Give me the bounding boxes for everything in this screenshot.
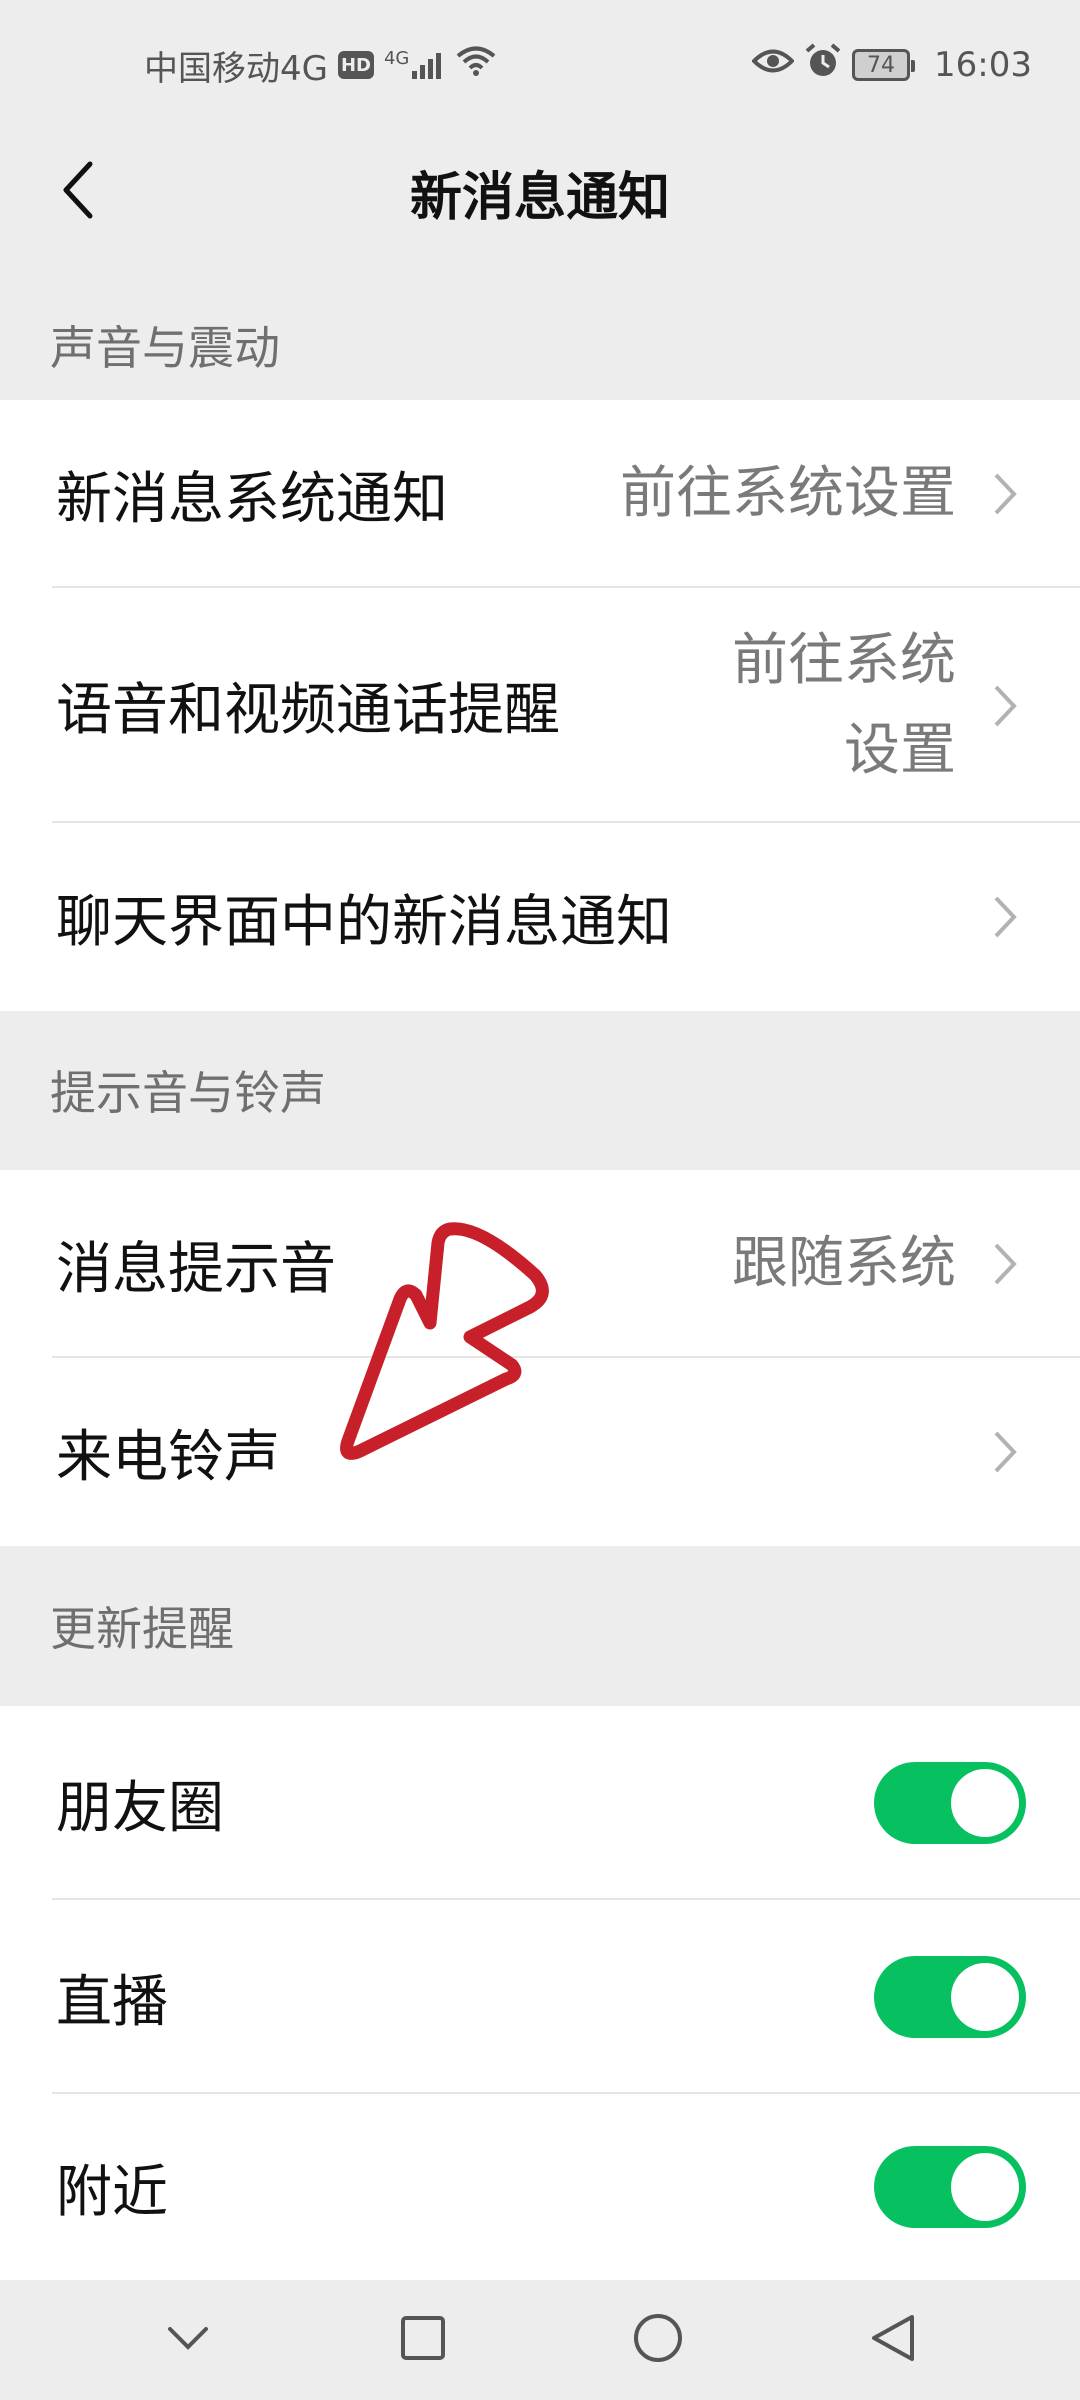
row-call-reminder[interactable]: 语音和视频通话提醒 前往系统设置 [0, 588, 1080, 823]
signal-icon: 4G [383, 48, 446, 79]
toggle-knob [951, 1963, 1019, 2031]
chevron-right-icon [990, 469, 1020, 519]
status-left: 中国移动4G HD 4G [144, 41, 496, 90]
circle-icon [632, 2312, 684, 2368]
wifi-icon [456, 45, 496, 86]
section-title-sound: 声音与震动 [50, 321, 280, 375]
nav-back-button[interactable] [848, 2295, 938, 2385]
chevron-left-icon [60, 160, 96, 224]
row-value: 前往系统设置 [732, 627, 956, 783]
nearby-toggle[interactable] [874, 2146, 1026, 2228]
row-label: 聊天界面中的新消息通知 [56, 889, 672, 955]
eye-icon [751, 45, 795, 85]
chevron-right-icon [990, 681, 1020, 731]
group-updates: 朋友圈 直播 附近 [0, 1706, 1080, 2280]
group-sound-vibration: 新消息系统通知 前往系统设置 语音和视频通话提醒 前往系统设置 聊天界面中的新消… [0, 400, 1080, 1011]
nav-hide-button[interactable] [143, 2295, 233, 2385]
battery-icon: 74 [852, 49, 916, 81]
nav-recents-button[interactable] [378, 2295, 468, 2385]
square-icon [400, 2315, 446, 2365]
toggle-knob [951, 1769, 1019, 1837]
header-bar: 新消息通知 [0, 130, 1080, 255]
alarm-icon [804, 42, 842, 88]
chevron-right-icon [990, 1427, 1020, 1477]
row-nearby: 附近 [0, 2094, 1080, 2280]
page-title: 新消息通知 [409, 168, 670, 228]
status-right: 74 16:03 [751, 42, 1032, 88]
moments-toggle[interactable] [874, 1762, 1026, 1844]
clock: 16:03 [934, 45, 1032, 85]
section-title-tones: 提示音与铃声 [50, 1066, 326, 1120]
chevron-down-icon [167, 2325, 209, 2355]
hd-badge: HD [337, 51, 374, 79]
system-nav-bar [0, 2280, 1080, 2400]
network-type: 4G [383, 48, 410, 69]
toggle-knob [951, 2153, 1019, 2221]
row-chat-notification[interactable]: 聊天界面中的新消息通知 [0, 823, 1080, 1011]
row-value: 前往系统设置 [620, 461, 956, 527]
live-toggle[interactable] [874, 1956, 1026, 2038]
row-moments: 朋友圈 [0, 1706, 1080, 1900]
row-label: 语音和视频通话提醒 [56, 678, 560, 743]
chevron-right-icon [990, 892, 1020, 942]
chevron-right-icon [990, 1239, 1020, 1289]
row-system-notification[interactable]: 新消息系统通知 前往系统设置 [0, 400, 1080, 588]
row-label: 新消息系统通知 [56, 466, 448, 532]
annotation-arrow-icon [340, 1222, 549, 1460]
carrier-label: 中国移动4G [144, 48, 328, 89]
row-live: 直播 [0, 1900, 1080, 2094]
status-bar: 中国移动4G HD 4G 74 16:03 [0, 0, 1080, 130]
nav-home-button[interactable] [613, 2295, 703, 2385]
row-value: 跟随系统 [732, 1231, 956, 1297]
triangle-back-icon [870, 2313, 916, 2367]
back-button[interactable] [38, 152, 118, 232]
section-title-updates: 更新提醒 [50, 1602, 234, 1656]
